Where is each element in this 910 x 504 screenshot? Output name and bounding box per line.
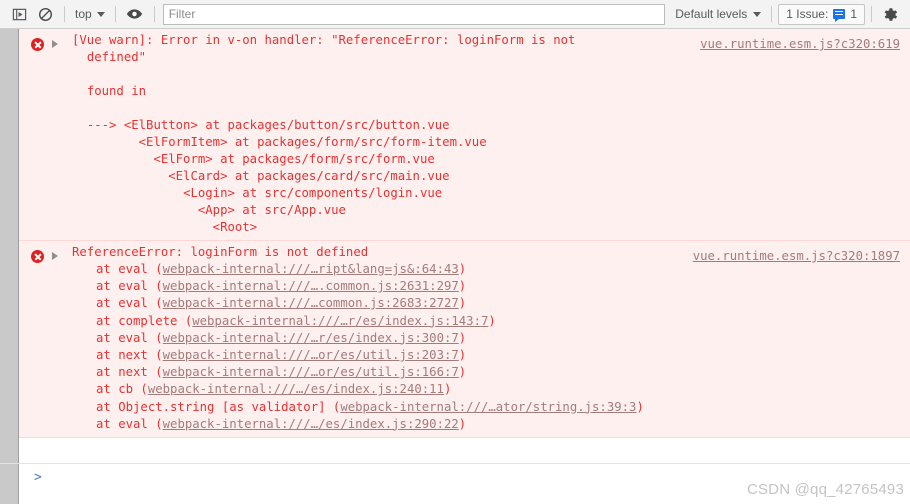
- console-message-row[interactable]: ReferenceError: loginForm is not defined…: [18, 241, 910, 439]
- stack-trace-line: at cb (webpack-internal:///…/es/index.js…: [96, 381, 902, 398]
- stack-frame-link[interactable]: webpack-internal:///…/es/index.js:290:22: [163, 417, 459, 431]
- console-source-link[interactable]: vue.runtime.esm.js?c320:619: [700, 36, 900, 53]
- clear-console-icon: [38, 7, 52, 21]
- issues-label: 1 Issue:: [786, 7, 829, 21]
- stack-frame-link[interactable]: webpack-internal:///…r/es/index.js:143:7: [192, 314, 488, 328]
- gear-icon: [884, 7, 897, 21]
- stack-frame-label: at next (: [96, 348, 163, 363]
- chevron-down-icon: [96, 11, 105, 17]
- stack-trace-line: at complete (webpack-internal:///…r/es/i…: [96, 313, 902, 330]
- console-message-area: [Vue warn]: Error in v-on handler: "Refe…: [0, 29, 910, 463]
- stack-frame-link[interactable]: webpack-internal:///…ator/string.js:39:3: [340, 400, 636, 414]
- stack-frame-tail: ): [458, 365, 467, 380]
- stack-frame-label: at Object.string [as validator] (: [96, 399, 341, 414]
- toolbar-divider-2: [114, 6, 116, 22]
- stack-frame-link[interactable]: webpack-internal:///…or/es/util.js:203:7: [163, 348, 459, 362]
- execution-context-label: top: [75, 7, 92, 21]
- console-toolbar: top Default levels 1 Issue: 1: [0, 0, 910, 29]
- stack-frame-tail: ): [458, 348, 467, 363]
- stack-frame-tail: ): [636, 399, 644, 414]
- stack-frame-link[interactable]: webpack-internal:///…common.js:2683:2727: [163, 296, 459, 310]
- stack-frame-label: at eval (: [96, 262, 163, 276]
- toolbar-divider-3: [153, 6, 155, 22]
- stack-frame-label: at complete (: [96, 313, 193, 328]
- expand-triangle-icon[interactable]: [52, 40, 58, 48]
- stack-frame-label: at eval (: [96, 279, 163, 294]
- issues-count: 1: [850, 7, 857, 21]
- issues-counter-button[interactable]: 1 Issue: 1: [778, 3, 865, 25]
- stack-frame-label: at eval (: [96, 330, 163, 345]
- watermark-text: CSDN @qq_42765493: [746, 481, 904, 498]
- stack-trace-line: at eval (webpack-internal:///…r/es/index…: [96, 330, 902, 347]
- console-message-row[interactable]: [Vue warn]: Error in v-on handler: "Refe…: [18, 29, 910, 241]
- console-sidebar-toggle-button[interactable]: [6, 2, 32, 26]
- live-expression-eye-button[interactable]: [122, 2, 148, 26]
- toolbar-divider-5: [871, 6, 872, 22]
- stack-frame-link[interactable]: webpack-internal:///…or/es/util.js:166:7: [163, 365, 459, 379]
- stack-trace-line: at eval (webpack-internal:///…/es/index.…: [96, 416, 902, 433]
- settings-button[interactable]: [878, 2, 902, 26]
- log-levels-selector[interactable]: Default levels: [671, 3, 765, 25]
- stack-frame-link[interactable]: webpack-internal:///…/es/index.js:240:11: [148, 382, 444, 396]
- stack-trace-line: at eval (webpack-internal:///…common.js:…: [96, 295, 902, 312]
- eye-icon: [127, 9, 143, 19]
- expand-triangle-icon[interactable]: [52, 252, 58, 260]
- stack-frame-tail: ): [458, 262, 467, 276]
- stack-frame-tail: ): [443, 382, 452, 397]
- stack-trace-line: at eval (webpack-internal:///….common.js…: [96, 278, 902, 295]
- console-stack-trace: at eval (webpack-internal:///…ript&lang=…: [30, 261, 902, 433]
- clear-console-button[interactable]: [32, 2, 58, 26]
- chevron-down-icon: [753, 11, 762, 17]
- console-source-link[interactable]: vue.runtime.esm.js?c320:1897: [693, 248, 900, 265]
- stack-frame-label: at cb (: [96, 382, 148, 397]
- toolbar-divider-4: [771, 6, 773, 22]
- stack-frame-link[interactable]: webpack-internal:///….common.js:2631:297: [163, 279, 459, 293]
- prompt-caret-icon: >: [34, 470, 42, 485]
- execution-context-selector[interactable]: top: [71, 3, 109, 25]
- stack-frame-tail: ): [488, 313, 496, 328]
- issues-bubble-icon: [833, 9, 846, 22]
- stack-frame-label: at eval (: [96, 416, 163, 431]
- error-circle-icon: [31, 38, 44, 51]
- console-sidebar-icon: [12, 8, 26, 20]
- devtools-console-panel: top Default levels 1 Issue: 1: [0, 0, 910, 504]
- stack-frame-link[interactable]: webpack-internal:///…ript&lang=js&:64:43: [163, 262, 459, 276]
- console-prompt-row[interactable]: > CSDN @qq_42765493: [0, 463, 910, 504]
- console-messages-list: [Vue warn]: Error in v-on handler: "Refe…: [18, 29, 910, 463]
- stack-frame-label: at eval (: [96, 296, 163, 311]
- console-gutter: [0, 29, 19, 463]
- stack-trace-line: at next (webpack-internal:///…or/es/util…: [96, 364, 902, 381]
- log-levels-label: Default levels: [675, 7, 748, 21]
- console-message-text: [Vue warn]: Error in v-on handler: "Refe…: [72, 33, 576, 234]
- stack-frame-tail: ): [458, 416, 467, 431]
- stack-frame-tail: ): [458, 279, 467, 294]
- stack-frame-tail: ): [458, 296, 467, 311]
- prompt-gutter: [0, 464, 19, 504]
- console-filter-input[interactable]: [162, 3, 666, 25]
- stack-trace-line: at next (webpack-internal:///…or/es/util…: [96, 347, 902, 364]
- stack-frame-label: at next (: [96, 365, 163, 380]
- stack-frame-tail: ): [458, 330, 467, 345]
- stack-trace-line: at Object.string [as validator] (webpack…: [96, 399, 902, 416]
- stack-frame-link[interactable]: webpack-internal:///…r/es/index.js:300:7: [163, 331, 459, 345]
- error-circle-icon: [31, 250, 44, 263]
- toolbar-divider-1: [64, 6, 65, 22]
